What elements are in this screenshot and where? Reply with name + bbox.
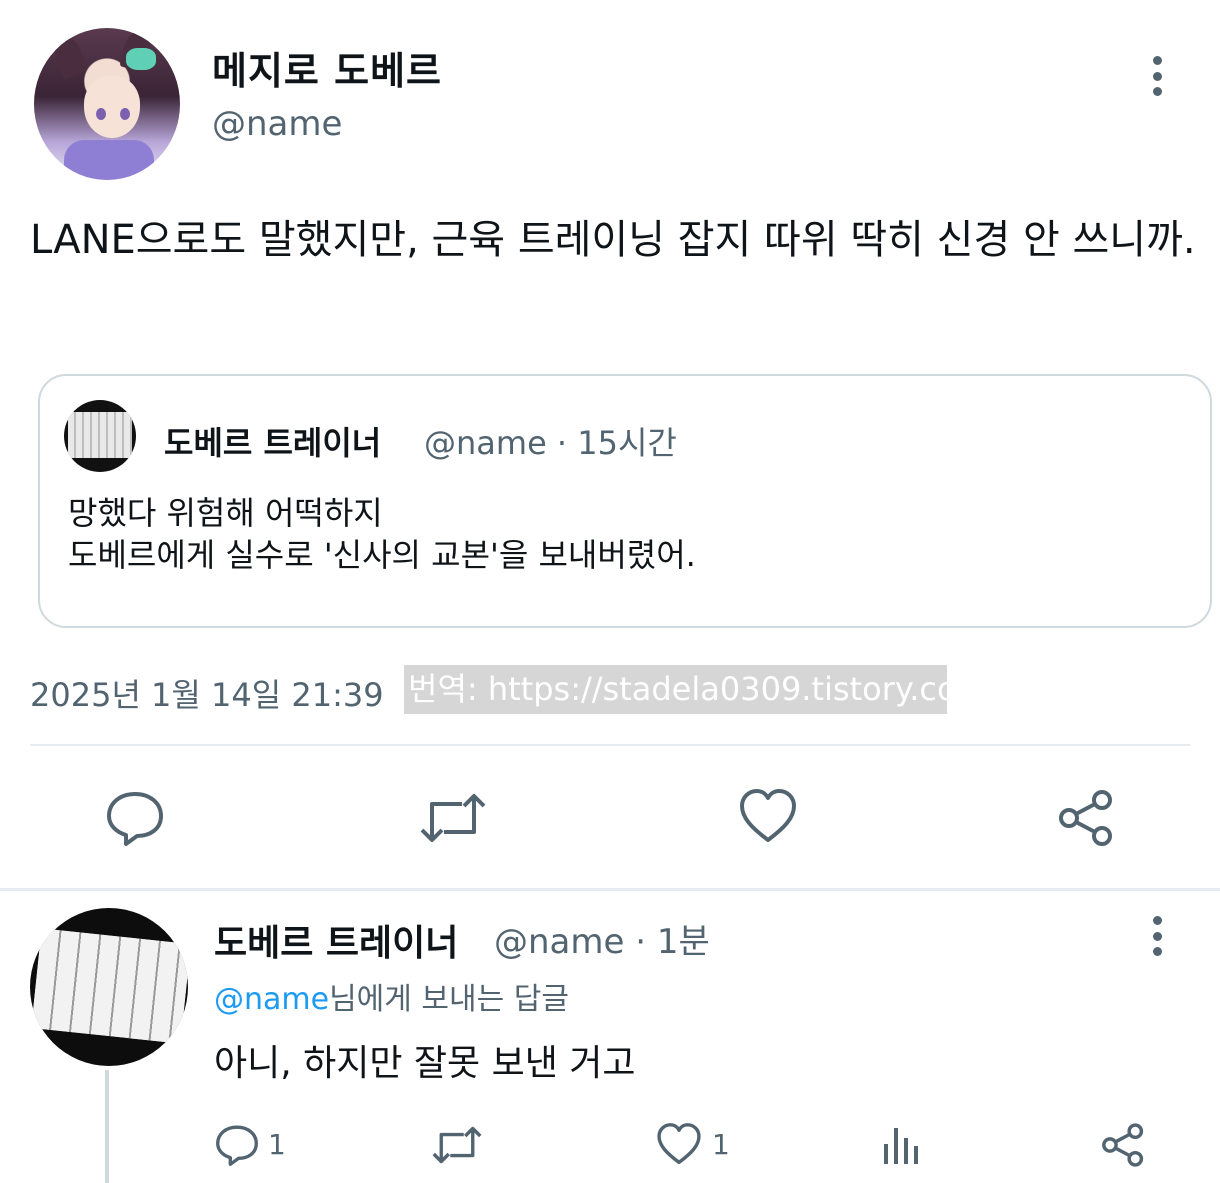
divider — [30, 744, 1190, 746]
reply-text: 아니, 하지만 잘못 보낸 거고 — [214, 1043, 636, 1084]
quoted-author-name: 도베르 트레이너 — [164, 424, 382, 462]
like-icon[interactable] — [738, 788, 798, 844]
thread-line — [105, 1070, 109, 1183]
section-divider — [0, 888, 1220, 891]
reply-reply-icon[interactable] — [214, 1122, 260, 1168]
quoted-author-avatar — [64, 400, 136, 472]
replying-mention-link[interactable]: @name — [214, 982, 329, 1017]
reply-author-handle-time[interactable]: @name · 1분 — [494, 914, 710, 963]
share-icon[interactable] — [1056, 788, 1116, 848]
reply-share-icon[interactable] — [1100, 1122, 1146, 1168]
analytics-icon[interactable] — [882, 1124, 922, 1166]
replying-suffix: 님에게 보내는 답글 — [329, 982, 569, 1017]
quoted-author-handle-time: @name · 15시간 — [424, 424, 677, 462]
tweet-text: LANE으로도 말했지만, 근육 트레이닝 잡지 따위 딱히 신경 안 쓰니까. — [30, 217, 1196, 263]
translation-watermark: 번역: https://stadela0309.tistory.com — [404, 665, 947, 714]
more-options-icon[interactable] — [1152, 56, 1162, 96]
reply-author-name[interactable]: 도베르 트레이너 — [214, 914, 458, 966]
like-count: 1 — [712, 1128, 730, 1161]
reply-author-avatar[interactable] — [30, 908, 188, 1066]
reply-more-options-icon[interactable] — [1152, 916, 1162, 956]
reply-count: 1 — [268, 1128, 286, 1161]
replying-to: @name님에게 보내는 답글 — [214, 974, 569, 1018]
retweet-icon[interactable] — [418, 790, 488, 846]
author-avatar[interactable] — [34, 28, 180, 180]
author-handle[interactable]: @name — [212, 104, 342, 144]
quoted-tweet-text: 망했다 위험해 어떡하지 도베르에게 실수로 '신사의 교본'을 보내버렸어. — [68, 494, 696, 574]
reply-retweet-icon[interactable] — [430, 1124, 484, 1166]
author-display-name[interactable]: 메지로 도베르 — [212, 40, 442, 95]
reply-icon[interactable] — [104, 788, 166, 848]
tweet-timestamp[interactable]: 2025년 1월 14일 21:39 — [30, 670, 384, 716]
reply-like-icon[interactable] — [656, 1122, 702, 1166]
